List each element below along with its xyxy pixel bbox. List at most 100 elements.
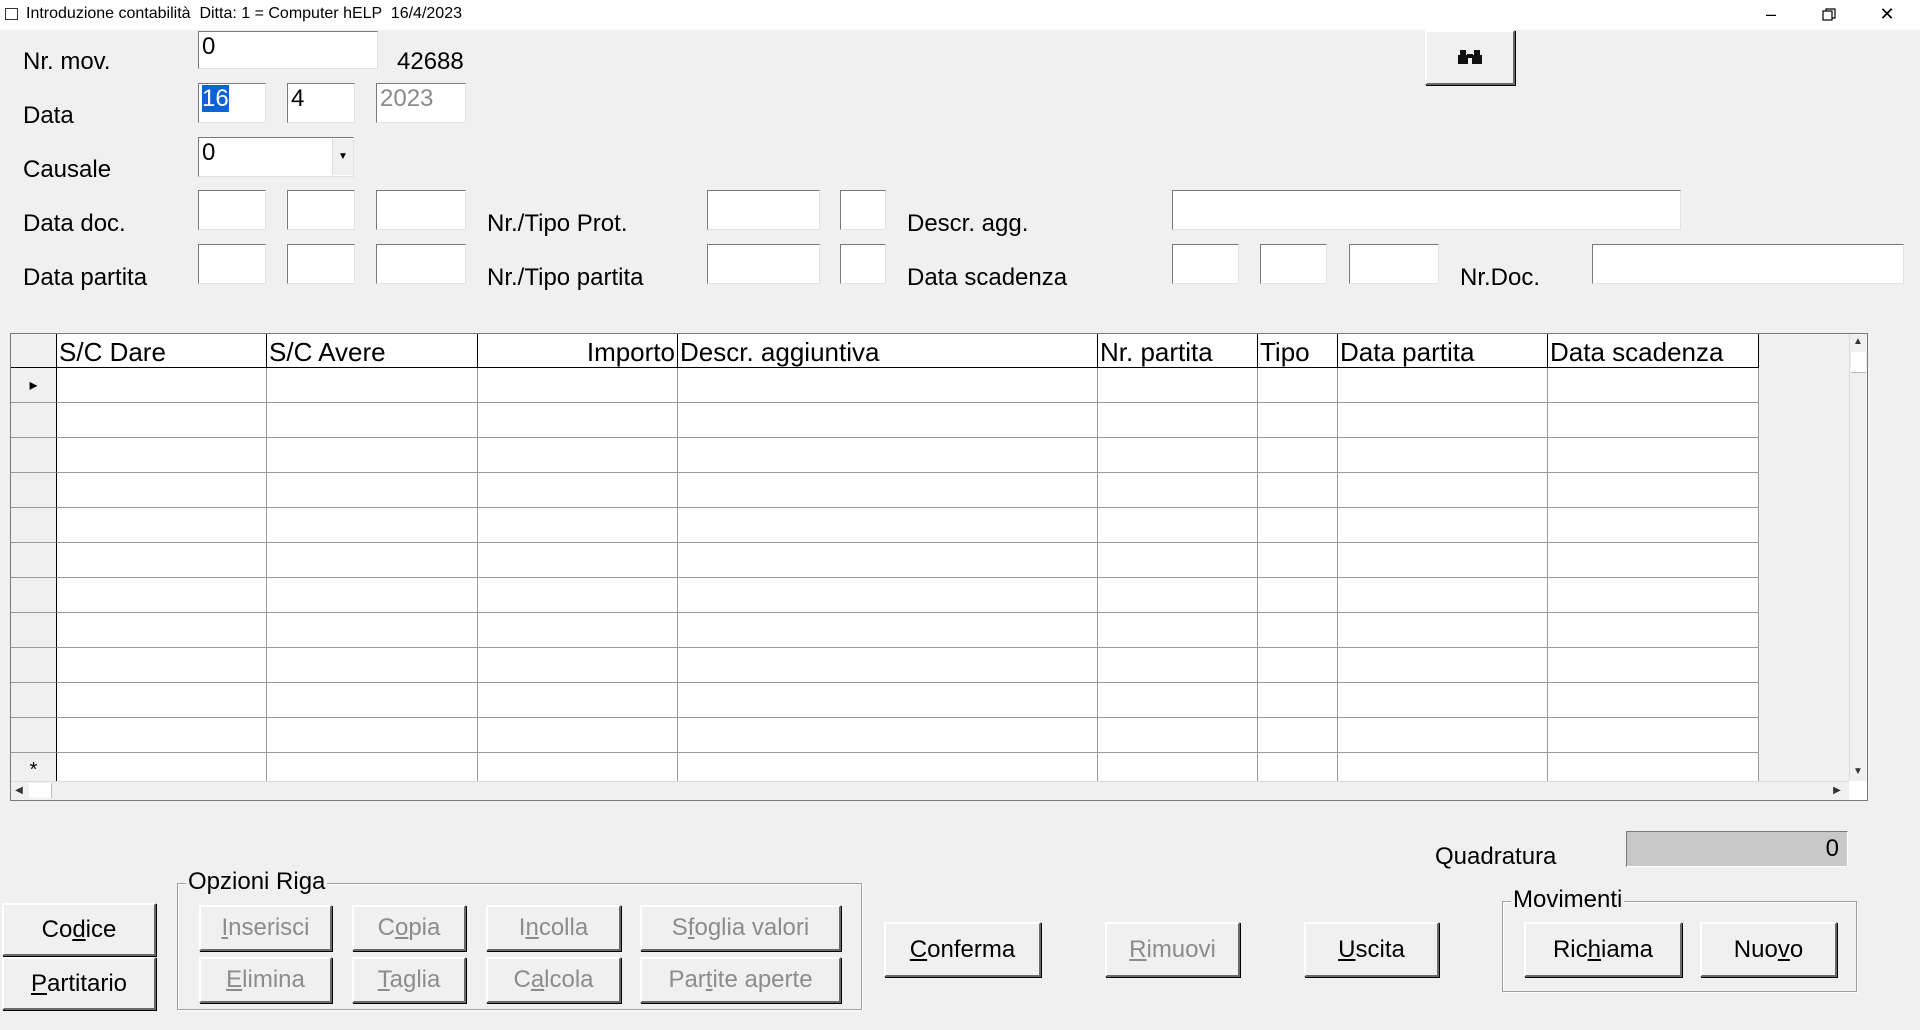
grid-cell[interactable] [478,403,678,438]
col-header-data-scadenza[interactable]: Data scadenza [1548,334,1759,368]
col-header-importo[interactable]: Importo [478,334,678,368]
grid-cell[interactable] [57,543,267,578]
grid-cell[interactable] [1258,403,1338,438]
nr-partita-input[interactable] [707,244,820,284]
horizontal-scrollbar[interactable]: ◀ ▶ [11,781,1849,800]
data-doc-year-input[interactable] [376,190,466,230]
col-header-data-partita[interactable]: Data partita [1338,334,1548,368]
grid-cell[interactable] [1258,578,1338,613]
row-header[interactable] [11,473,57,508]
grid-cell[interactable] [1548,368,1759,403]
grid-cell[interactable] [478,683,678,718]
grid-cell[interactable] [1258,648,1338,683]
grid-cell[interactable] [57,473,267,508]
grid-cell[interactable] [1548,613,1759,648]
grid-cell[interactable] [478,368,678,403]
col-header-sc-dare[interactable]: S/C Dare [57,334,267,368]
grid-cell[interactable] [1258,473,1338,508]
grid-cell[interactable] [1098,648,1258,683]
restore-icon[interactable] [1800,0,1858,30]
grid-cell[interactable] [1548,718,1759,753]
grid-cell[interactable] [57,648,267,683]
grid-cell[interactable] [1338,718,1548,753]
grid-cell[interactable] [1338,473,1548,508]
data-scadenza-day-input[interactable] [1172,244,1239,284]
row-header[interactable] [11,578,57,613]
col-header-sc-avere[interactable]: S/C Avere [267,334,478,368]
grid-cell[interactable] [1548,403,1759,438]
uscita-button[interactable]: Uscita [1304,922,1439,977]
grid-cell[interactable] [267,403,478,438]
grid-cell[interactable] [1258,508,1338,543]
grid-cell[interactable] [1548,578,1759,613]
chevron-down-icon[interactable]: ▼ [332,139,353,175]
grid-cell[interactable] [678,473,1098,508]
grid-cell[interactable] [267,473,478,508]
data-month-input[interactable]: 4 [287,83,355,123]
row-header[interactable] [11,718,57,753]
row-header[interactable] [11,613,57,648]
richiama-button[interactable]: Richiama [1524,922,1682,977]
rimuovi-button[interactable]: Rimuovi [1105,922,1240,977]
vertical-scroll-thumb[interactable] [1851,352,1866,373]
grid-cell[interactable] [57,718,267,753]
grid-cell[interactable] [57,403,267,438]
data-scadenza-year-input[interactable] [1349,244,1439,284]
grid-cell[interactable] [1098,683,1258,718]
grid-cell[interactable] [267,578,478,613]
grid-cell[interactable] [57,508,267,543]
grid-cell[interactable] [678,613,1098,648]
grid-cell[interactable] [57,578,267,613]
sfoglia-valori-button[interactable]: Sfoglia valori [640,905,841,951]
grid-cell[interactable] [1098,403,1258,438]
grid-cell[interactable] [1548,648,1759,683]
grid-cell[interactable] [678,543,1098,578]
minimize-icon[interactable]: – [1742,0,1800,30]
grid-cell[interactable] [478,508,678,543]
grid-cell[interactable] [478,543,678,578]
scroll-left-icon[interactable]: ◀ [11,785,27,797]
row-header[interactable] [11,403,57,438]
grid-cell[interactable] [478,438,678,473]
grid-cell[interactable] [1258,613,1338,648]
vertical-scrollbar[interactable]: ▲ ▼ [1849,334,1867,781]
grid-cell[interactable] [1098,508,1258,543]
grid-cell[interactable] [267,438,478,473]
grid-cell[interactable] [678,403,1098,438]
grid-cell[interactable] [1338,683,1548,718]
col-header-descr-aggiuntiva[interactable]: Descr. aggiuntiva [678,334,1098,368]
grid-cell[interactable] [1338,403,1548,438]
grid-cell[interactable] [267,543,478,578]
tipo-prot-input[interactable] [840,190,886,230]
grid-cell[interactable] [267,613,478,648]
nuovo-button[interactable]: Nuovo [1700,922,1837,977]
grid-cell[interactable] [1098,613,1258,648]
grid-cell[interactable] [1258,543,1338,578]
grid-cell[interactable] [678,578,1098,613]
grid-cell[interactable] [1098,543,1258,578]
grid-cell[interactable] [57,368,267,403]
grid-cell[interactable] [1258,438,1338,473]
grid-cell[interactable] [478,648,678,683]
grid-cell[interactable] [678,648,1098,683]
conferma-button[interactable]: Conferma [884,922,1041,977]
tipo-partita-input[interactable] [840,244,886,284]
grid-cell[interactable] [1338,543,1548,578]
taglia-button[interactable]: Taglia [352,957,466,1003]
data-doc-month-input[interactable] [287,190,355,230]
grid-cell[interactable] [267,368,478,403]
grid-cell[interactable] [1548,473,1759,508]
grid-cell[interactable] [1258,683,1338,718]
grid-cell[interactable] [478,718,678,753]
grid-cell[interactable] [1258,718,1338,753]
horizontal-scroll-thumb[interactable] [29,783,52,798]
data-doc-day-input[interactable] [198,190,266,230]
grid-cell[interactable] [1338,648,1548,683]
causale-select[interactable]: 0 [198,137,354,177]
calcola-button[interactable]: Calcola [486,957,621,1003]
scroll-down-icon[interactable]: ▼ [1850,766,1866,778]
incolla-button[interactable]: Incolla [486,905,621,951]
scroll-right-icon[interactable]: ▶ [1829,785,1845,797]
grid-cell[interactable] [678,718,1098,753]
partite-aperte-button[interactable]: Partite aperte [640,957,841,1003]
